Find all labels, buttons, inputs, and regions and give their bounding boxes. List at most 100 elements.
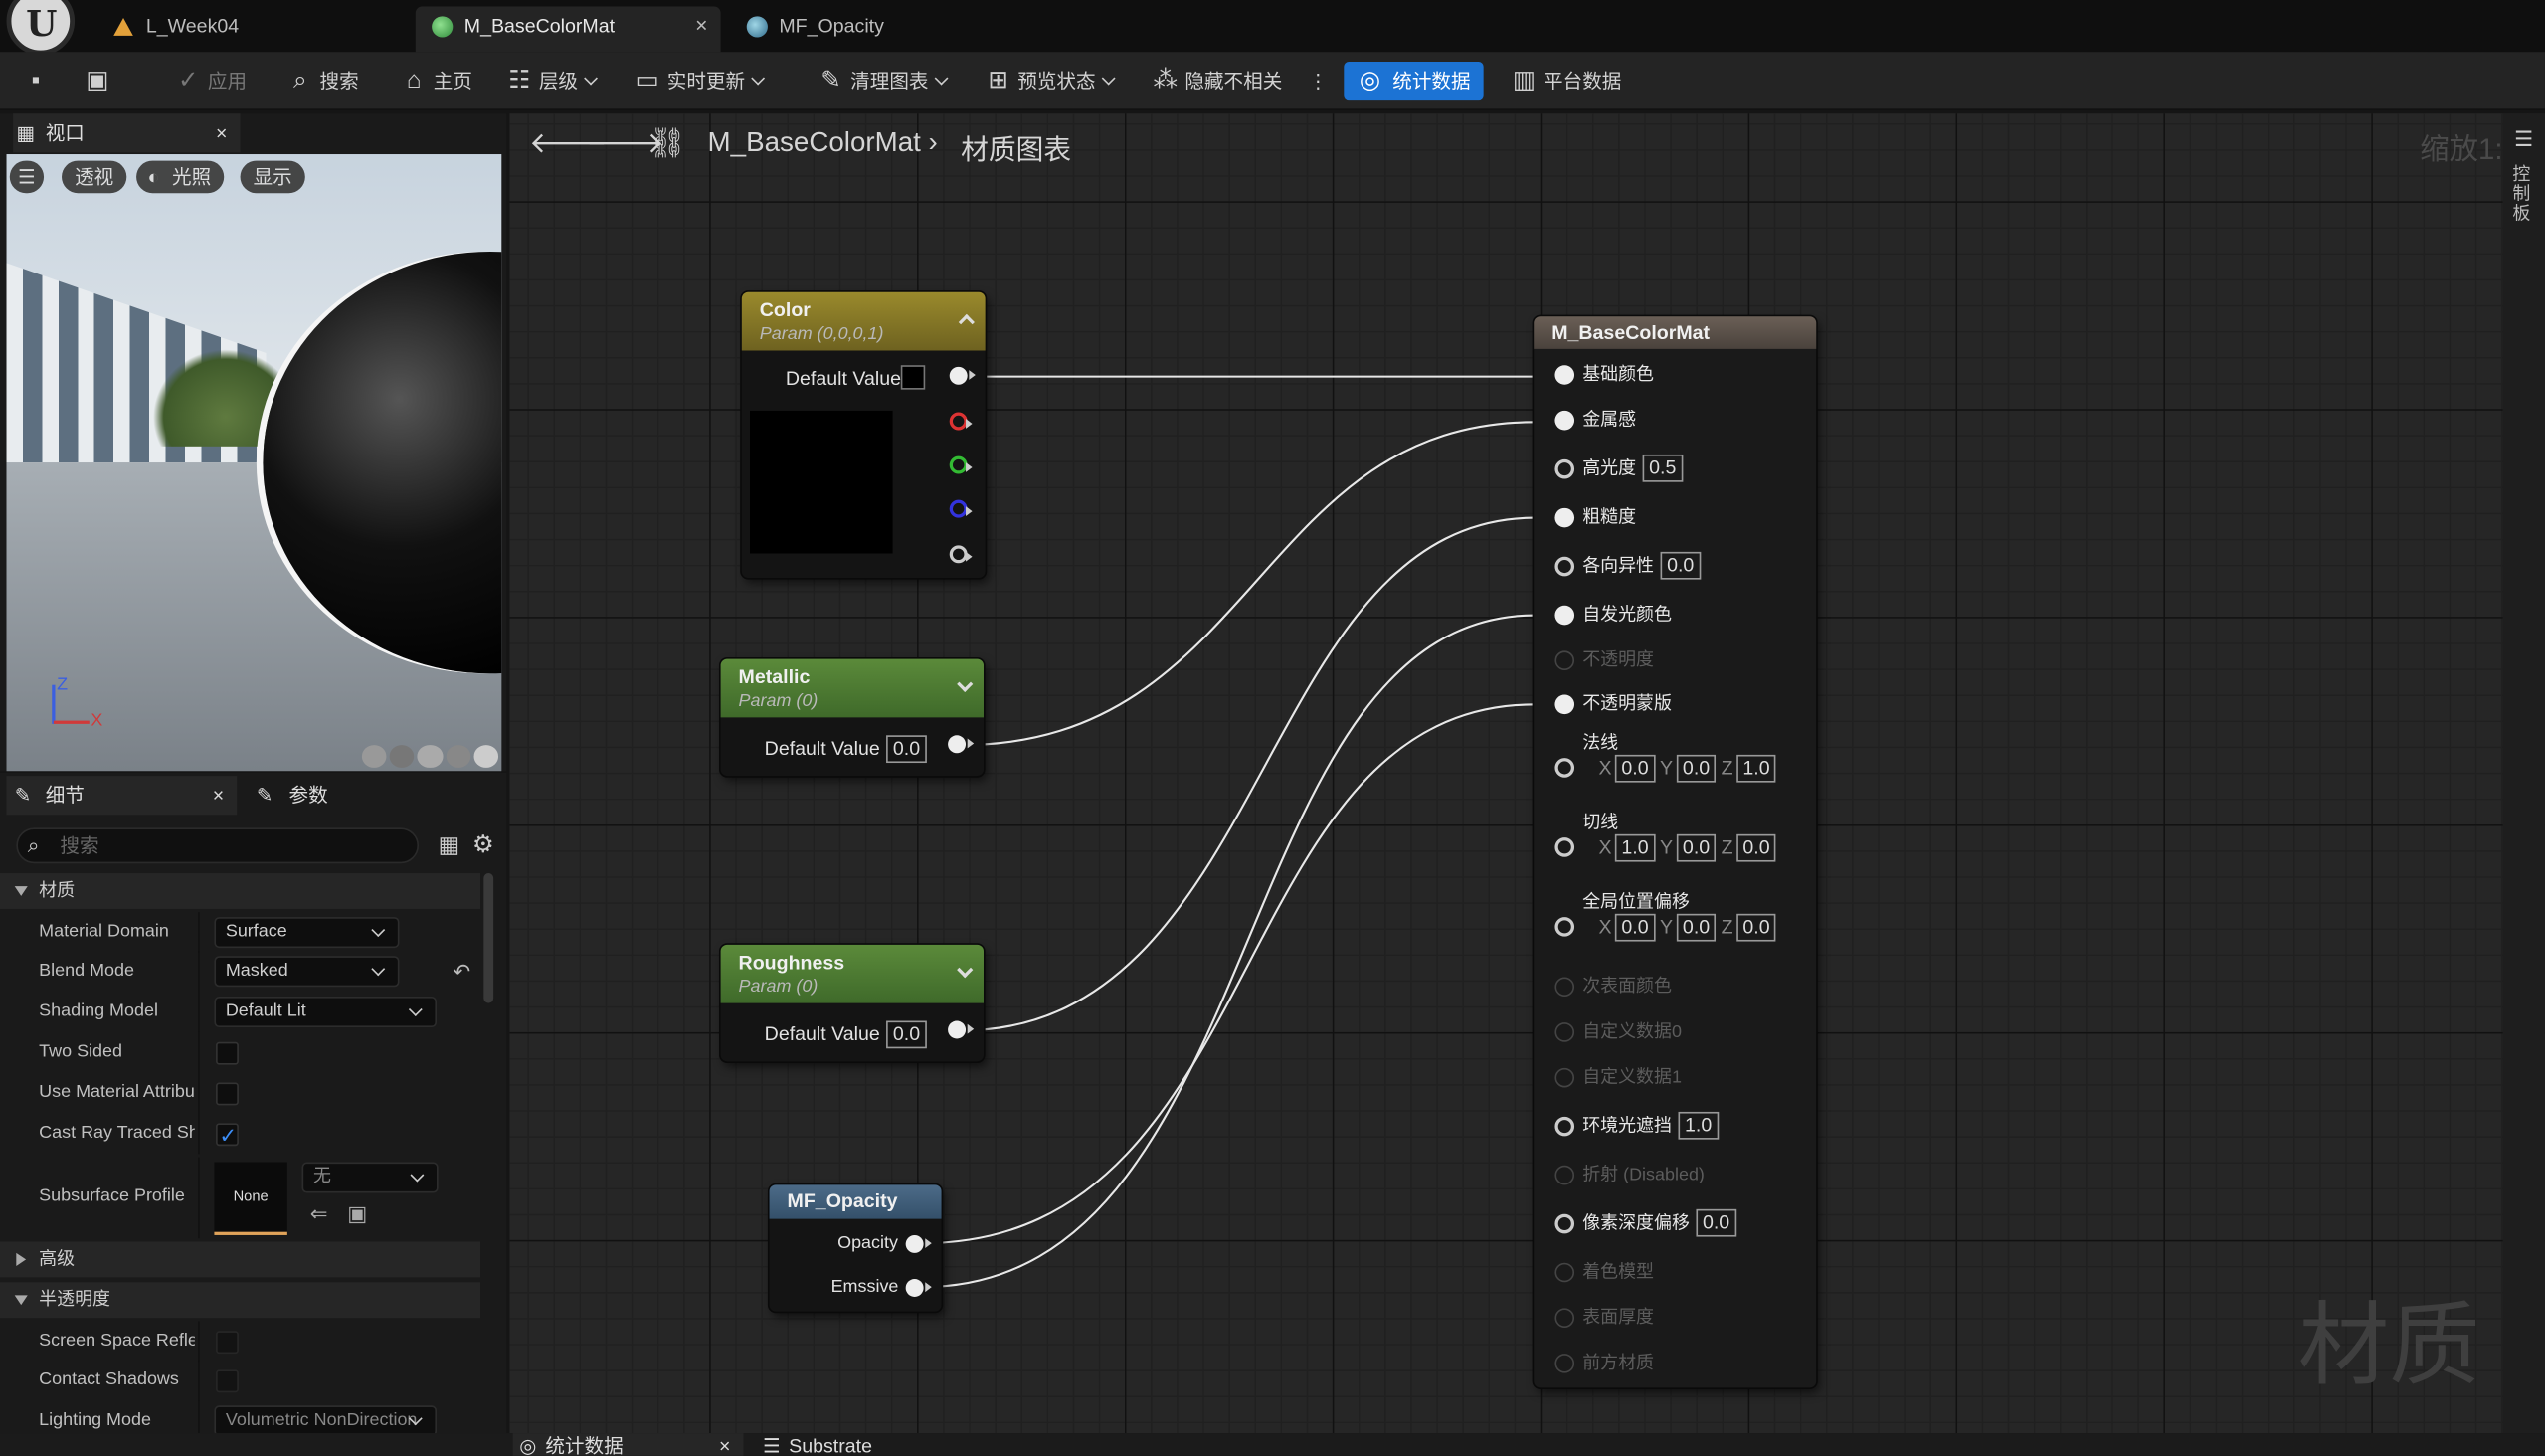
normal-y-input[interactable]: 0.0 <box>1676 754 1717 783</box>
contact-shadows-checkbox[interactable] <box>216 1369 239 1393</box>
input-custom-data-1[interactable]: 自定义数据1 <box>1554 1056 1682 1098</box>
wpo-y-input[interactable]: 0.0 <box>1676 913 1717 942</box>
input-pin[interactable] <box>1554 758 1575 778</box>
input-pin[interactable] <box>1554 1165 1575 1185</box>
hide-unrelated-button[interactable]: ⁂ 隐藏不相关 <box>1149 62 1283 100</box>
expand-chevron-icon[interactable] <box>957 962 974 979</box>
tab-material-function[interactable]: MF_Opacity <box>730 7 974 53</box>
save-button[interactable]: ▪ <box>20 62 53 100</box>
settings-gear-icon[interactable]: ⚙ <box>472 829 494 859</box>
tangent-z-input[interactable]: 0.0 <box>1735 833 1777 862</box>
input-base-color[interactable]: 基础颜色 <box>1554 354 1654 396</box>
roughness-node-header[interactable]: Roughness Param (0) <box>720 944 984 1003</box>
normal-x-input[interactable]: 0.0 <box>1614 754 1656 783</box>
preview-shape-buttons[interactable] <box>361 745 499 768</box>
color-rgb-output-pin[interactable] <box>949 366 976 385</box>
details-search-input[interactable]: ⌕ 搜索 <box>16 827 420 864</box>
input-pin[interactable] <box>1554 1213 1575 1234</box>
input-specular[interactable]: 高光度 0.5 <box>1554 448 1683 489</box>
hierarchy-button[interactable]: ☷ 层级 <box>503 62 596 100</box>
material-preview-viewport[interactable]: ☰ 透视 ◐ 光照 显示 Z X <box>6 154 502 772</box>
lighting-mode-combo[interactable]: Volumetric NonDirection <box>214 1405 438 1437</box>
section-translucency[interactable]: 半透明度 <box>0 1282 481 1319</box>
input-pin[interactable] <box>1554 694 1575 715</box>
tab-material[interactable]: M_BaseColorMat × <box>415 6 721 53</box>
mf-opacity-output-pin[interactable] <box>905 1234 932 1253</box>
input-pin[interactable] <box>1554 977 1575 998</box>
close-stats-icon[interactable]: × <box>719 1433 730 1456</box>
roughness-output-pin[interactable] <box>948 1020 975 1039</box>
use-material-attributes-checkbox[interactable] <box>216 1082 239 1106</box>
lighting-button[interactable]: ◐ 光照 <box>136 160 225 194</box>
tangent-x-input[interactable]: 1.0 <box>1614 833 1656 862</box>
input-pin[interactable] <box>1554 1116 1575 1137</box>
more-options-button[interactable]: ⋮ <box>1299 62 1328 100</box>
input-pin[interactable] <box>1554 365 1575 385</box>
close-details-icon[interactable]: × <box>213 776 224 815</box>
input-pin[interactable] <box>1554 458 1575 479</box>
subsurface-profile-thumbnail[interactable]: None <box>214 1162 287 1235</box>
color-param-node[interactable]: Color Param (0,0,0,1) Default Value <box>741 291 986 578</box>
close-tab-icon[interactable]: × <box>695 7 707 46</box>
input-pin[interactable] <box>1554 410 1575 431</box>
input-pin[interactable] <box>1554 507 1575 528</box>
show-button[interactable]: 显示 <box>240 160 305 194</box>
screen-space-reflections-checkbox[interactable] <box>216 1331 239 1355</box>
anisotropy-value-input[interactable]: 0.0 <box>1660 551 1701 580</box>
viewport-tab[interactable]: ▦ 视口 × <box>13 113 241 153</box>
home-button[interactable]: ⌂ 主页 <box>398 62 472 100</box>
input-pin[interactable] <box>1554 917 1575 937</box>
ambient-occlusion-value-input[interactable]: 1.0 <box>1678 1111 1719 1140</box>
unreal-logo-icon[interactable]: U <box>6 0 76 56</box>
input-normal[interactable]: 法线 X 0.0 Y 0.0 Z 1.0 <box>1554 729 1781 804</box>
color-node-header[interactable]: Color Param (0,0,0,1) <box>741 291 986 351</box>
color-g-output-pin[interactable] <box>949 455 973 474</box>
input-refraction[interactable]: 折射 (Disabled) <box>1554 1154 1705 1195</box>
metallic-output-pin[interactable] <box>948 735 975 754</box>
close-viewport-icon[interactable]: × <box>216 113 227 152</box>
color-r-output-pin[interactable] <box>949 412 973 431</box>
wpo-z-input[interactable]: 0.0 <box>1735 913 1777 942</box>
live-update-button[interactable]: ▭ 实时更新 <box>632 62 763 100</box>
roughness-value-input[interactable]: 0.0 <box>886 1020 927 1049</box>
input-subsurface-color[interactable]: 次表面颜色 <box>1554 966 1672 1007</box>
preview-state-button[interactable]: ⊞ 预览状态 <box>982 62 1113 100</box>
input-pin[interactable] <box>1554 605 1575 626</box>
two-sided-checkbox[interactable] <box>216 1041 239 1065</box>
input-shading-model[interactable]: 着色模型 <box>1554 1251 1654 1293</box>
search-button[interactable]: ⌕ 搜索 <box>284 62 359 100</box>
subsurface-profile-combo[interactable]: 无 <box>301 1162 439 1193</box>
tab-level[interactable]: L_Week04 <box>97 7 406 53</box>
input-opacity[interactable]: 不透明度 <box>1554 639 1654 681</box>
tangent-y-input[interactable]: 0.0 <box>1676 833 1717 862</box>
metallic-param-node[interactable]: Metallic Param (0) Default Value 0.0 <box>720 658 984 777</box>
apply-button[interactable]: ✓ 应用 <box>172 62 247 100</box>
section-material[interactable]: 材质 <box>0 873 481 909</box>
cube-preview-icon[interactable] <box>446 745 470 768</box>
input-anisotropy[interactable]: 各向异性 0.0 <box>1554 545 1701 587</box>
input-opacity-mask[interactable]: 不透明蒙版 <box>1554 683 1672 725</box>
input-front-material[interactable]: 前方材质 <box>1554 1343 1654 1384</box>
result-node-header[interactable]: M_BaseColorMat <box>1534 316 1817 349</box>
reset-to-default-icon[interactable]: ↶ <box>453 951 470 992</box>
stats-bottom-tab[interactable]: ◎ 统计数据 × <box>512 1433 744 1456</box>
mf-opacity-node-header[interactable]: MF_Opacity <box>769 1184 942 1219</box>
stats-button[interactable]: ◎ 统计数据 <box>1344 62 1484 101</box>
metallic-value-input[interactable]: 0.0 <box>886 735 927 764</box>
input-pin[interactable] <box>1554 650 1575 671</box>
input-pin[interactable] <box>1554 1308 1575 1328</box>
expand-chevron-icon[interactable] <box>957 675 974 692</box>
material-graph-canvas[interactable]: 🡐 🡒 ⛓ M_BaseColorMat › 材质图表 缩放1:1 ☰ 控制板 … <box>509 113 2545 1434</box>
substrate-bottom-tab[interactable]: ☰ Substrate <box>757 1433 872 1456</box>
params-tab[interactable]: ✎ 参数 <box>257 776 328 815</box>
section-advanced[interactable]: 高级 <box>0 1241 481 1278</box>
details-tab[interactable]: ✎ 细节 × <box>6 776 238 816</box>
input-pixel-depth-offset[interactable]: 像素深度偏移 0.0 <box>1554 1202 1736 1244</box>
mf-opacity-node[interactable]: MF_Opacity Opacity Emssive <box>769 1184 942 1312</box>
plane-preview-icon[interactable] <box>418 745 443 768</box>
input-metallic[interactable]: 金属感 <box>1554 399 1636 441</box>
shading-model-combo[interactable]: Default Lit <box>214 997 438 1028</box>
table-view-icon[interactable]: ▦ <box>439 831 460 859</box>
custom-mesh-preview-icon[interactable] <box>473 745 499 768</box>
use-selected-asset-icon[interactable]: ⇐ <box>310 1193 328 1234</box>
